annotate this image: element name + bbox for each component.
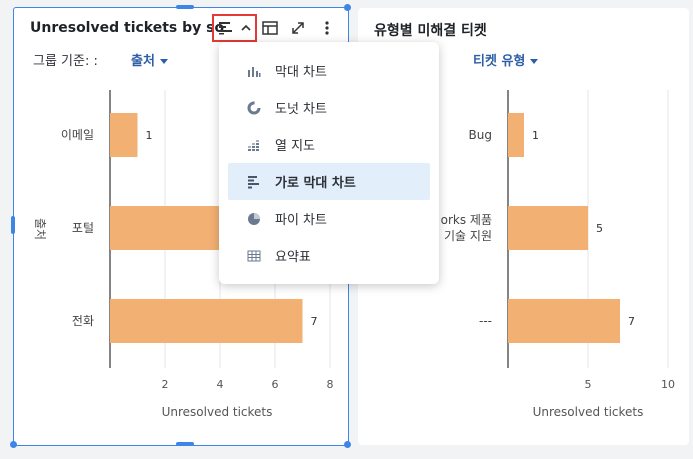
menu-item-label: 도넛 차트	[275, 102, 327, 117]
bar-value-label: 7	[311, 315, 318, 328]
menu-item-horizontal-bar-chart[interactable]: 가로 막대 차트	[228, 163, 430, 200]
menu-item-donut-chart[interactable]: 도넛 차트	[228, 89, 430, 126]
category-label: 기술 지원	[444, 229, 492, 243]
category-label: 전화	[72, 314, 94, 328]
menu-item-label: 요약표	[275, 250, 311, 265]
y-axis-title: 출처	[33, 218, 47, 240]
bar	[110, 113, 138, 157]
resize-corner-top-right[interactable]	[344, 4, 351, 11]
x-tick-label: 6	[272, 378, 279, 391]
resize-corner-bottom-left[interactable]	[10, 441, 17, 448]
category-label: orks 제품	[441, 213, 492, 227]
bar	[508, 113, 524, 157]
category-label: Bug	[469, 128, 492, 142]
heatmap-icon	[246, 137, 262, 153]
x-tick-label: 8	[327, 378, 334, 391]
bar	[110, 299, 303, 343]
horizontal-bar-chart-icon	[246, 174, 262, 190]
resize-corner-bottom-right[interactable]	[344, 441, 351, 448]
resize-handle-top[interactable]	[176, 5, 194, 9]
bar	[508, 206, 588, 250]
x-tick-label: 10	[661, 378, 675, 391]
bar-value-label: 7	[628, 315, 635, 328]
resize-handle-left[interactable]	[11, 216, 15, 234]
resize-handle-bottom[interactable]	[176, 442, 194, 446]
menu-item-label: 가로 막대 차트	[275, 176, 356, 191]
bar-value-label: 5	[596, 222, 603, 235]
bar-value-label: 1	[146, 129, 153, 142]
bar	[508, 299, 620, 343]
menu-item-heatmap[interactable]: 열 지도	[228, 126, 430, 163]
chart-type-menu: 막대 차트 도넛 차트 열 지도 가로 막대 차트 파이 차트 요약표	[219, 42, 439, 284]
menu-item-label: 열 지도	[275, 139, 316, 154]
menu-item-bar-chart[interactable]: 막대 차트	[228, 52, 430, 89]
summary-table-icon	[246, 248, 262, 264]
x-tick-label: 4	[217, 378, 224, 391]
menu-item-summary-table[interactable]: 요약표	[228, 237, 430, 274]
bar-value-label: 1	[532, 129, 539, 142]
category-label: 이메일	[61, 128, 94, 142]
x-tick-label: 5	[585, 378, 592, 391]
category-label: ---	[479, 314, 492, 328]
menu-item-pie-chart[interactable]: 파이 차트	[228, 200, 430, 237]
pie-chart-icon	[246, 211, 262, 227]
menu-item-label: 막대 차트	[275, 65, 327, 80]
x-tick-label: 2	[162, 378, 169, 391]
bar-chart-icon	[246, 63, 262, 79]
menu-item-label: 파이 차트	[275, 213, 327, 228]
category-label: 포털	[72, 221, 94, 235]
x-axis-title: Unresolved tickets	[533, 405, 644, 419]
x-axis-title: Unresolved tickets	[162, 405, 273, 419]
donut-chart-icon	[246, 100, 262, 116]
